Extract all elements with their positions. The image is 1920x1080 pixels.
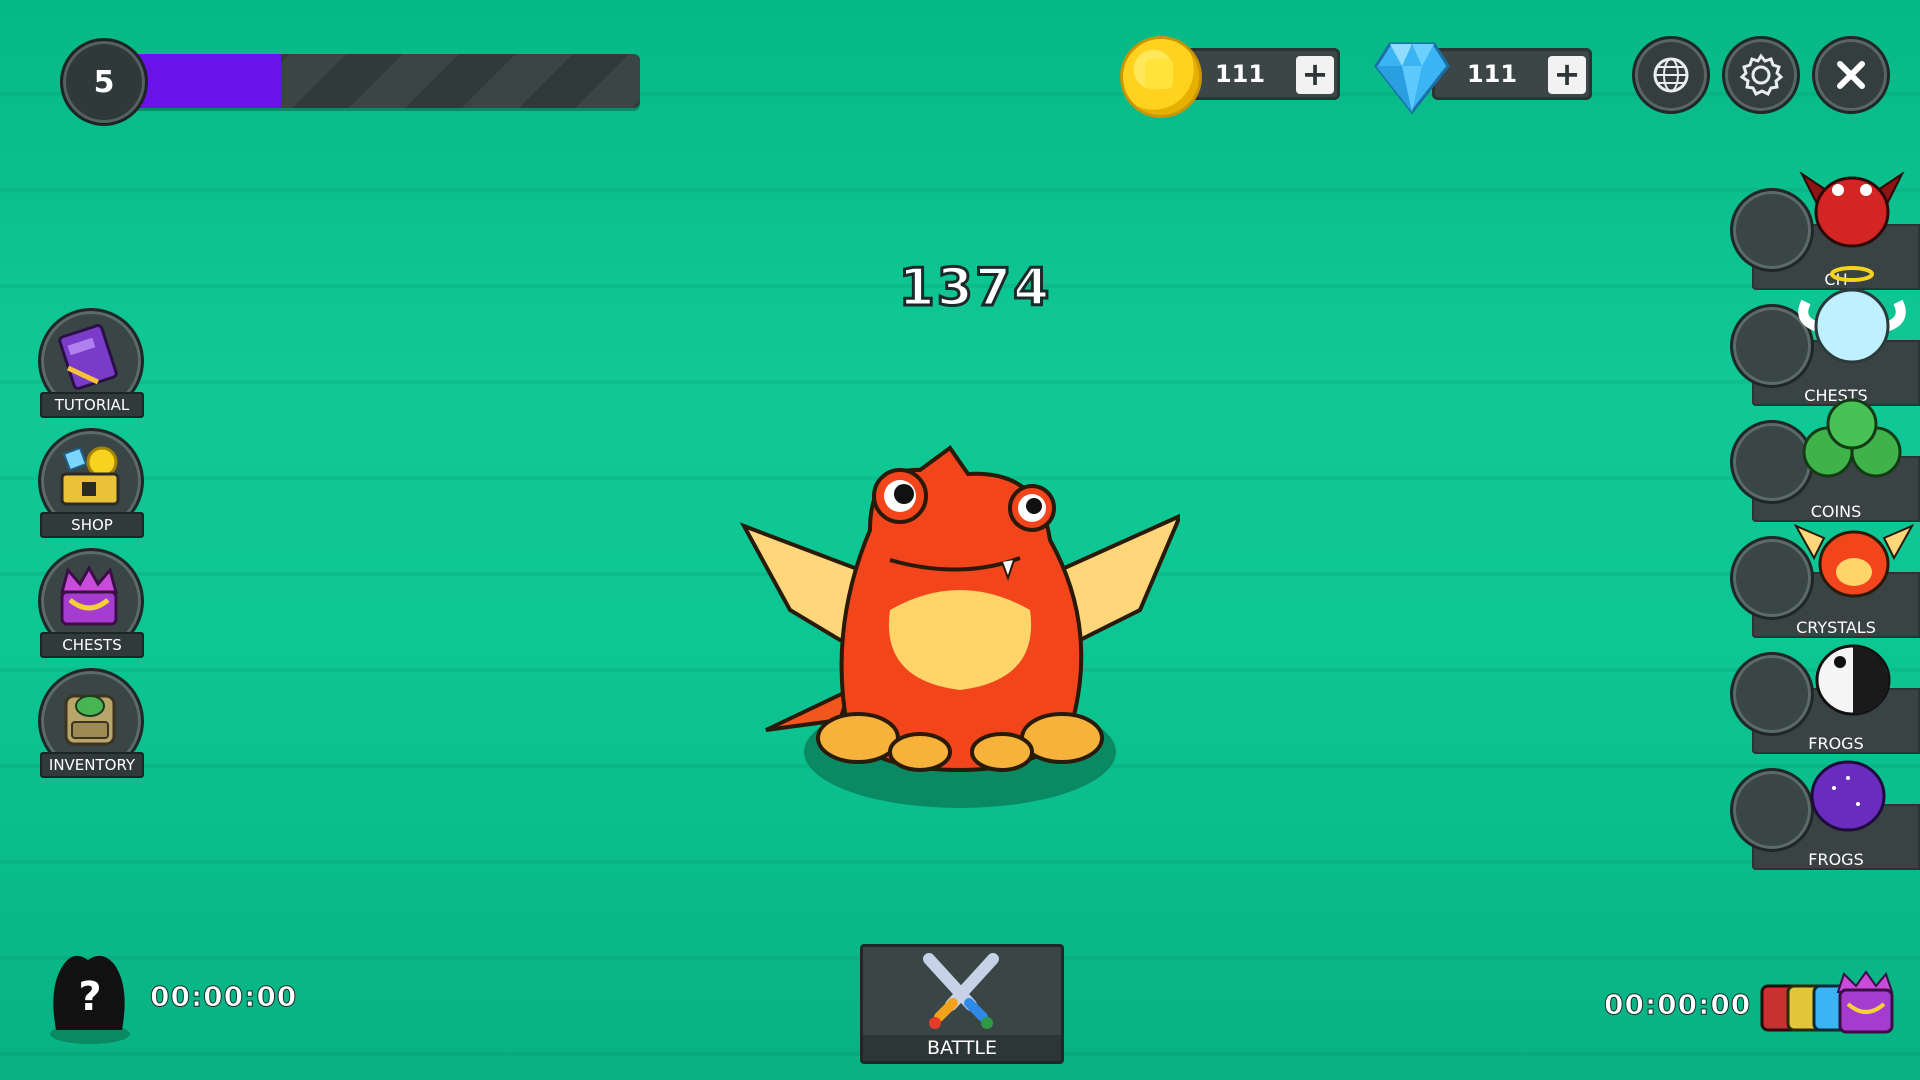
settings-button[interactable]	[1722, 36, 1800, 114]
gear-icon	[1739, 53, 1784, 97]
crystal-icon	[1374, 42, 1450, 115]
backpack-icon	[64, 694, 116, 746]
battle-label: BATTLE	[863, 1035, 1061, 1061]
inventory-label: INVENTORY	[40, 752, 144, 778]
language-button[interactable]	[1632, 36, 1710, 114]
dragon-frog-character[interactable]	[740, 440, 1180, 830]
crossed-swords-icon	[923, 953, 999, 1029]
level-badge: 5	[60, 38, 148, 126]
offer-frogs-1[interactable]: FROGS	[1720, 644, 1920, 762]
level-track	[120, 54, 640, 108]
shop-button[interactable]: SHOP	[36, 428, 144, 538]
offer-label: FROGS	[1808, 850, 1864, 869]
dragon-frog-icon	[1794, 524, 1914, 598]
mystery-frog-icon[interactable]: ?	[44, 946, 134, 1046]
tutorial-label: TUTORIAL	[40, 392, 144, 418]
inventory-button[interactable]: INVENTORY	[36, 668, 144, 778]
crystals-counter: 111 +	[1372, 36, 1602, 116]
level-progress: 5	[60, 38, 640, 126]
shop-label: SHOP	[40, 512, 144, 538]
angel-frog-icon	[1798, 266, 1906, 364]
book-icon	[58, 324, 118, 390]
language-icon	[1653, 57, 1689, 93]
left-timer: 00:00:00	[149, 980, 298, 1014]
right-timer: 00:00:00	[1603, 988, 1752, 1022]
coins-counter: 111 +	[1120, 36, 1350, 118]
coin-icon	[1120, 36, 1202, 118]
shop-chest-icon	[60, 446, 120, 506]
galaxy-frog-icon	[1810, 760, 1886, 832]
devil-frog-icon	[1799, 171, 1905, 248]
score-value: 1374	[897, 257, 1052, 320]
add-crystals-button[interactable]: +	[1548, 56, 1586, 94]
frog-pile-icon	[1802, 398, 1902, 478]
coins-value: 111	[1214, 60, 1266, 88]
close-button[interactable]	[1812, 36, 1890, 114]
svg-text:?: ?	[78, 974, 101, 1020]
crystals-value: 111	[1466, 60, 1518, 88]
offer-frogs-2[interactable]: FROGS	[1720, 760, 1920, 878]
add-coins-button[interactable]: +	[1296, 56, 1334, 94]
battle-button[interactable]: BATTLE	[860, 944, 1064, 1064]
chest-stack-icon[interactable]	[1758, 970, 1894, 1036]
close-icon	[1837, 61, 1865, 89]
tutorial-button[interactable]: TUTORIAL	[36, 308, 144, 418]
panda-frog-icon	[1815, 644, 1891, 716]
chests-button[interactable]: CHESTS	[36, 548, 144, 658]
chest-icon	[60, 564, 118, 626]
chests-label: CHESTS	[40, 632, 144, 658]
